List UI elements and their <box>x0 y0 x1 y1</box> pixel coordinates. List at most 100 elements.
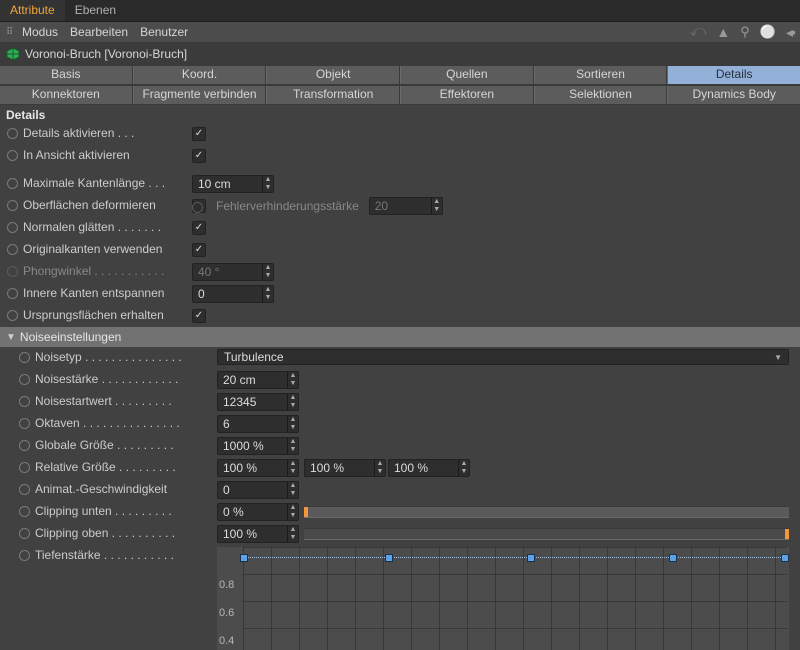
input-relative-scale-y[interactable]: 100 % ▲▼ <box>304 459 386 477</box>
search-icon[interactable]: ⚲ <box>740 24 750 40</box>
y-tick-04: 0.4 <box>219 635 234 647</box>
menu-mode[interactable]: Modus <box>22 25 58 39</box>
checkbox-keep-orig-faces[interactable]: ✓ <box>192 309 206 323</box>
menu-bar: ⠿ Modus Bearbeiten Benutzer ⤺ ▲ ⚲ ⚪ ◂▪ <box>0 22 800 43</box>
tab-fragmente[interactable]: Fragmente verbinden <box>133 86 267 104</box>
anim-dot[interactable] <box>7 150 18 161</box>
anim-dot[interactable] <box>19 528 30 539</box>
anim-dot[interactable] <box>7 288 18 299</box>
slider-clip-low[interactable] <box>304 506 789 518</box>
tab-objekt[interactable]: Objekt <box>266 66 400 84</box>
tab-konnektoren[interactable]: Konnektoren <box>0 86 133 104</box>
anim-dot[interactable] <box>7 222 18 233</box>
row-noise-global-scale: Globale Größe . . . . . . . . . 1000 % ▲… <box>7 435 795 457</box>
spline-knot[interactable] <box>527 554 535 562</box>
checkbox-details-activate[interactable]: ✓ <box>192 127 206 141</box>
input-noise-seed[interactable]: 12345 ▲▼ <box>217 393 299 411</box>
row-keep-orig-faces: Ursprungsflächen erhalten ✓ <box>7 305 795 327</box>
input-anim-speed[interactable]: 0 ▲▼ <box>217 481 299 499</box>
anim-dot[interactable] <box>7 310 18 321</box>
label-max-edge-len: Maximale Kantenlänge . . . <box>23 176 165 190</box>
anim-dot[interactable] <box>19 462 30 473</box>
tab-koord[interactable]: Koord. <box>133 66 267 84</box>
spline-knot[interactable] <box>240 554 248 562</box>
label-noise-octaves: Oktaven . . . . . . . . . . . . . . . <box>35 416 180 430</box>
anim-dot[interactable] <box>19 440 30 451</box>
menu-edit[interactable]: Bearbeiten <box>70 25 128 39</box>
anim-dot[interactable] <box>19 484 30 495</box>
tab-dynamics[interactable]: Dynamics Body <box>667 86 800 104</box>
row-clip-low: Clipping unten . . . . . . . . . 0 % ▲▼ <box>7 501 795 523</box>
tab-sortieren[interactable]: Sortieren <box>534 66 668 84</box>
voronoi-icon <box>6 47 20 61</box>
object-name: Voronoi-Bruch [Voronoi-Bruch] <box>25 47 187 61</box>
checkbox-view-activate[interactable]: ✓ <box>192 149 206 163</box>
object-title-row: Voronoi-Bruch [Voronoi-Bruch] <box>0 43 800 65</box>
object-tabs: Basis Koord. Objekt Quellen Sortieren De… <box>0 65 800 105</box>
label-keep-orig-faces: Ursprungsflächen erhalten <box>23 308 164 322</box>
row-noise-octaves: Oktaven . . . . . . . . . . . . . . . 6 … <box>7 413 795 435</box>
anim-dot[interactable] <box>19 418 30 429</box>
input-max-edge-len[interactable]: 10 cm ▲▼ <box>192 175 274 193</box>
group-noise-header[interactable]: ▼ Noiseeinstellungen <box>0 327 800 347</box>
tab-transformation[interactable]: Transformation <box>266 86 400 104</box>
checkbox-orig-edges[interactable]: ✓ <box>192 243 206 257</box>
tab-basis[interactable]: Basis <box>0 66 133 84</box>
row-max-edge-len: Maximale Kantenlänge . . . 10 cm ▲▼ <box>7 173 795 195</box>
tab-layers[interactable]: Ebenen <box>65 0 126 21</box>
input-clip-low[interactable]: 0 % ▲▼ <box>217 503 299 521</box>
row-surf-deform: Oberflächen deformieren Fehlerverhinderu… <box>7 195 795 217</box>
label-noise-strength: Noisestärke . . . . . . . . . . . . <box>35 372 178 386</box>
tab-effektoren[interactable]: Effektoren <box>400 86 534 104</box>
row-orig-edges: Originalkanten verwenden ✓ <box>7 239 795 261</box>
spline-knot[interactable] <box>781 554 789 562</box>
label-error-strength: Fehlerverhinderungsstärke <box>216 199 359 213</box>
tab-quellen[interactable]: Quellen <box>400 66 534 84</box>
label-global-scale: Globale Größe . . . . . . . . . <box>35 438 174 452</box>
anim-dot[interactable] <box>7 200 18 211</box>
input-clip-high[interactable]: 100 % ▲▼ <box>217 525 299 543</box>
group-noise-title: Noiseeinstellungen <box>20 330 121 344</box>
chevron-down-icon: ▼ <box>766 353 782 362</box>
input-noise-octaves[interactable]: 6 ▲▼ <box>217 415 299 433</box>
label-normals-smooth: Normalen glätten . . . . . . . <box>23 220 161 234</box>
row-details-activate: Details aktivieren . . . ✓ <box>7 123 795 145</box>
lock-icon[interactable]: ⚪ <box>760 24 776 40</box>
input-noise-strength[interactable]: 20 cm ▲▼ <box>217 371 299 389</box>
spline-knot[interactable] <box>385 554 393 562</box>
checkbox-normals-smooth[interactable]: ✓ <box>192 221 206 235</box>
spline-graph[interactable]: 0.8 0.6 0.4 <box>217 547 789 650</box>
grip-icon[interactable]: ⠿ <box>6 27 16 38</box>
anim-dot[interactable] <box>7 178 18 189</box>
anim-dot[interactable] <box>19 506 30 517</box>
row-noise-relative-scale: Relative Größe . . . . . . . . . 100 % ▲… <box>7 457 795 479</box>
row-normals-smooth: Normalen glätten . . . . . . . ✓ <box>7 217 795 239</box>
label-view-activate: In Ansicht aktivieren <box>23 148 130 162</box>
input-relative-scale-z[interactable]: 100 % ▲▼ <box>388 459 470 477</box>
label-depth-strength: Tiefenstärke . . . . . . . . . . . <box>35 548 174 562</box>
anim-dot <box>192 202 203 213</box>
row-depth-strength: Tiefenstärke . . . . . . . . . . . 0.8 0… <box>7 545 795 650</box>
input-inner-edges[interactable]: 0 ▲▼ <box>192 285 274 303</box>
menu-icon[interactable]: ◂▪ <box>786 24 794 41</box>
menu-user[interactable]: Benutzer <box>140 25 188 39</box>
anim-dot[interactable] <box>19 550 30 561</box>
up-arrow-icon[interactable]: ▲ <box>716 24 730 40</box>
y-tick-08: 0.8 <box>219 579 234 591</box>
anim-dot[interactable] <box>7 128 18 139</box>
tab-selektionen[interactable]: Selektionen <box>534 86 668 104</box>
label-anim-speed: Animat.-Geschwindigkeit <box>35 482 167 496</box>
input-relative-scale-x[interactable]: 100 % ▲▼ <box>217 459 299 477</box>
anim-dot[interactable] <box>19 396 30 407</box>
tab-attribute[interactable]: Attribute <box>0 0 65 21</box>
previous-icon[interactable]: ⤺ <box>689 23 706 41</box>
anim-dot[interactable] <box>19 352 30 363</box>
input-global-scale[interactable]: 1000 % ▲▼ <box>217 437 299 455</box>
anim-dot[interactable] <box>19 374 30 385</box>
slider-clip-high[interactable] <box>304 528 789 540</box>
dropdown-noise-type[interactable]: Turbulence ▼ <box>217 349 789 365</box>
spline-knot[interactable] <box>669 554 677 562</box>
tab-details[interactable]: Details <box>667 66 800 84</box>
row-noise-type: Noisetyp . . . . . . . . . . . . . . . T… <box>7 347 795 369</box>
anim-dot[interactable] <box>7 244 18 255</box>
